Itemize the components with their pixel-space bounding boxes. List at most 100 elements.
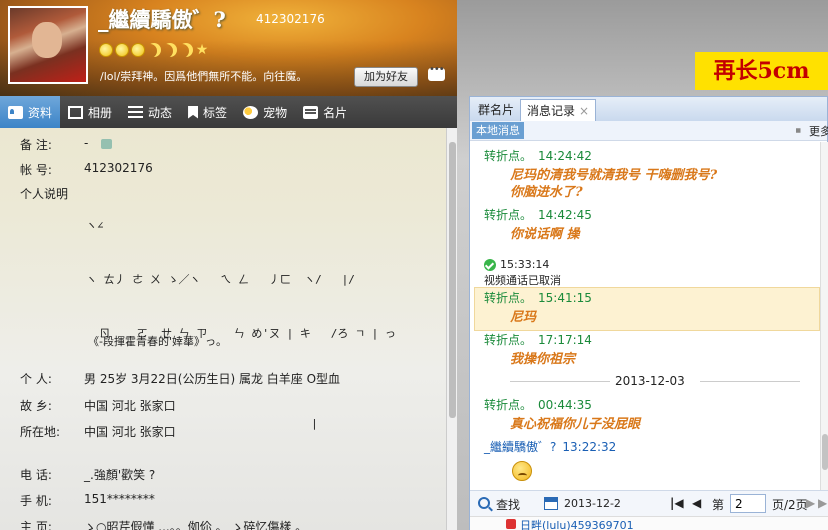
- message-header: 转折点。 17:17:14: [484, 331, 592, 348]
- date-separator: 2013-12-03: [510, 374, 800, 388]
- message-time: 13:22:32: [562, 440, 617, 454]
- message-time: 14:24:42: [538, 149, 592, 163]
- check-icon: [484, 259, 496, 271]
- page-prefix: 第: [712, 498, 725, 512]
- signature-poem: 《-段揮霍青春的'婞蕐》っ。: [88, 335, 227, 348]
- field-label: 所在地:: [20, 425, 61, 439]
- moon-level-icon: [179, 43, 193, 57]
- star-level-icon: ★: [195, 42, 209, 58]
- tab-label: 群名片: [478, 103, 515, 117]
- id-card-icon: [8, 105, 23, 119]
- photo-icon: [68, 105, 84, 119]
- message-time: 00:44:35: [538, 398, 592, 412]
- sender-name: 转折点。: [484, 398, 533, 412]
- tab-namecard[interactable]: 名片: [295, 96, 355, 128]
- close-icon[interactable]: ×: [579, 104, 589, 118]
- system-message: 视频通话已取消: [484, 274, 561, 287]
- hometown-row: 故 乡: 中国 河北 张家口: [20, 397, 176, 414]
- sender-name: 转折点。: [484, 333, 533, 347]
- message-scrollbar[interactable]: [820, 142, 828, 490]
- message-header: 转折点。 14:24:42: [484, 147, 592, 164]
- message-text: 尼玛: [510, 310, 537, 325]
- calendar-icon[interactable]: [544, 497, 558, 510]
- account-value: 412302176: [84, 161, 153, 175]
- add-friend-button[interactable]: 加为好友: [354, 67, 418, 87]
- account-row: 帐 号: 412302176: [20, 161, 153, 178]
- tab-tags[interactable]: 标签: [180, 96, 235, 128]
- separator-line: [510, 381, 610, 382]
- find-button[interactable]: 查找: [496, 496, 520, 513]
- tab-label: 消息记录: [527, 104, 576, 118]
- first-page-icon[interactable]: |◀: [670, 496, 684, 510]
- message-text: 真心祝福你儿子没屁眼: [510, 417, 641, 432]
- profile-tabs: 资料 相册 动态 标签 宠物 名片: [0, 96, 457, 128]
- tab-feed[interactable]: 动态: [120, 96, 180, 128]
- mobile-row: 手 机: 151********: [20, 492, 155, 509]
- pet-icon: [243, 105, 259, 119]
- nickname: _繼續驕傲゛?: [98, 7, 226, 32]
- homepage-value[interactable]: ゝ○昭芹假懂 ...。。侞伱 。 ゝ碎忆傷樣 。: [84, 518, 307, 530]
- date-picker[interactable]: 2013-12-2: [564, 497, 621, 510]
- separator-date: 2013-12-03: [615, 374, 685, 388]
- message-text: 你说话啊 操: [510, 227, 580, 242]
- qq-number-header: 412302176: [256, 12, 325, 26]
- last-page-icon[interactable]: ▶|: [818, 496, 828, 510]
- sun-level-icon: [99, 43, 113, 57]
- sun-level-icon: [115, 43, 129, 57]
- avatar[interactable]: [8, 6, 88, 84]
- location-row: 所在地: 中国 河北 张家口: [20, 423, 176, 440]
- location-value: 中国 河北 张家口: [84, 425, 176, 439]
- field-label: 故 乡:: [20, 399, 52, 413]
- message-header-self: _繼續驕傲゛? 13:22:32: [484, 438, 616, 455]
- history-footer: 查找 2013-12-2 |◀ ◀ 第 页/2页 ▶ ▶|: [470, 490, 828, 516]
- page-number-input[interactable]: [730, 494, 766, 513]
- field-label: 电 话:: [20, 468, 52, 482]
- page-total: 页/2页: [772, 498, 808, 512]
- chat-window-area: 再长5cm 群名片 消息记录 × 本地消息 更多 转折点。 14:24:42 尼玛的…: [457, 0, 828, 530]
- speaker-icon[interactable]: [796, 125, 809, 136]
- message-time: 14:42:45: [538, 208, 592, 222]
- chat-tabs: 群名片 消息记录 ×: [470, 97, 827, 121]
- profile-motto: /lol/崇拜神。因爲他們無所不能。向往魔。: [100, 70, 308, 83]
- signature-line: ヽ ㄊ丿 ㄜ ㄨ ゝ／ヽ ㄟ ㄥ 丿ㄈ ヽ/ |/: [86, 273, 355, 286]
- message-time: 17:17:14: [538, 333, 592, 347]
- overlay-banner: 再长5cm: [695, 52, 828, 90]
- field-label: 个人说明: [20, 187, 69, 201]
- smirk-emoji-icon: [512, 461, 532, 481]
- phone-value: _.強顏'歡笑 ?: [84, 468, 156, 482]
- personal-row: 个 人: 男 25岁 3月22日(公历生日) 属龙 白羊座 O型血: [20, 370, 340, 387]
- chat-history-panel: 群名片 消息记录 × 本地消息 更多 转折点。 14:24:42 尼玛的清我号就清我…: [469, 96, 828, 530]
- profile-details: 备 注: - 帐 号: 412302176 个人说明 ヽ∠ ヽ ㄊ丿 ㄜ ㄨ ゝ…: [0, 128, 446, 530]
- prev-page-icon[interactable]: ◀: [692, 496, 701, 510]
- message-text: 你脑进水了?: [510, 185, 583, 200]
- more-button[interactable]: 更多: [809, 123, 828, 139]
- next-page-icon[interactable]: ▶: [806, 496, 815, 510]
- message-header: 转折点。 00:44:35: [484, 396, 592, 413]
- field-label: 备 注:: [20, 138, 52, 152]
- contact-peek-text[interactable]: 日畔(lulu)459369701: [520, 517, 634, 530]
- field-label: 帐 号:: [20, 163, 52, 177]
- message-text: 尼玛的清我号就清我号 干嗨删我号?: [510, 168, 718, 183]
- contact-avatar-icon: [506, 519, 516, 529]
- edit-remark-icon[interactable]: [101, 139, 112, 149]
- profile-scrollbar[interactable]: [446, 128, 457, 530]
- tab-info[interactable]: 资料: [0, 96, 61, 128]
- signature-row: 个人说明: [20, 185, 84, 202]
- separator-line: [700, 381, 800, 382]
- remark-value: -: [84, 136, 89, 150]
- chat-bubble-icon[interactable]: [428, 64, 445, 81]
- feed-list-icon: [128, 105, 144, 119]
- scrollbar-thumb[interactable]: [449, 142, 456, 418]
- field-label: 手 机:: [20, 494, 52, 508]
- personal-value: 男 25岁 3月22日(公历生日) 属龙 白羊座 O型血: [84, 372, 341, 386]
- tab-album[interactable]: 相册: [60, 96, 120, 128]
- tab-pet[interactable]: 宠物: [235, 96, 295, 128]
- scrollbar-thumb[interactable]: [822, 434, 828, 470]
- search-icon[interactable]: [478, 497, 490, 509]
- local-messages-button[interactable]: 本地消息: [472, 122, 524, 139]
- contact-list-peek: 日畔(lulu)459369701: [470, 516, 828, 530]
- tab-group-card[interactable]: 群名片: [472, 99, 520, 121]
- tab-label: 标签: [203, 105, 228, 120]
- sender-name: 转折点。: [484, 291, 533, 305]
- tab-message-history[interactable]: 消息记录 ×: [520, 99, 597, 121]
